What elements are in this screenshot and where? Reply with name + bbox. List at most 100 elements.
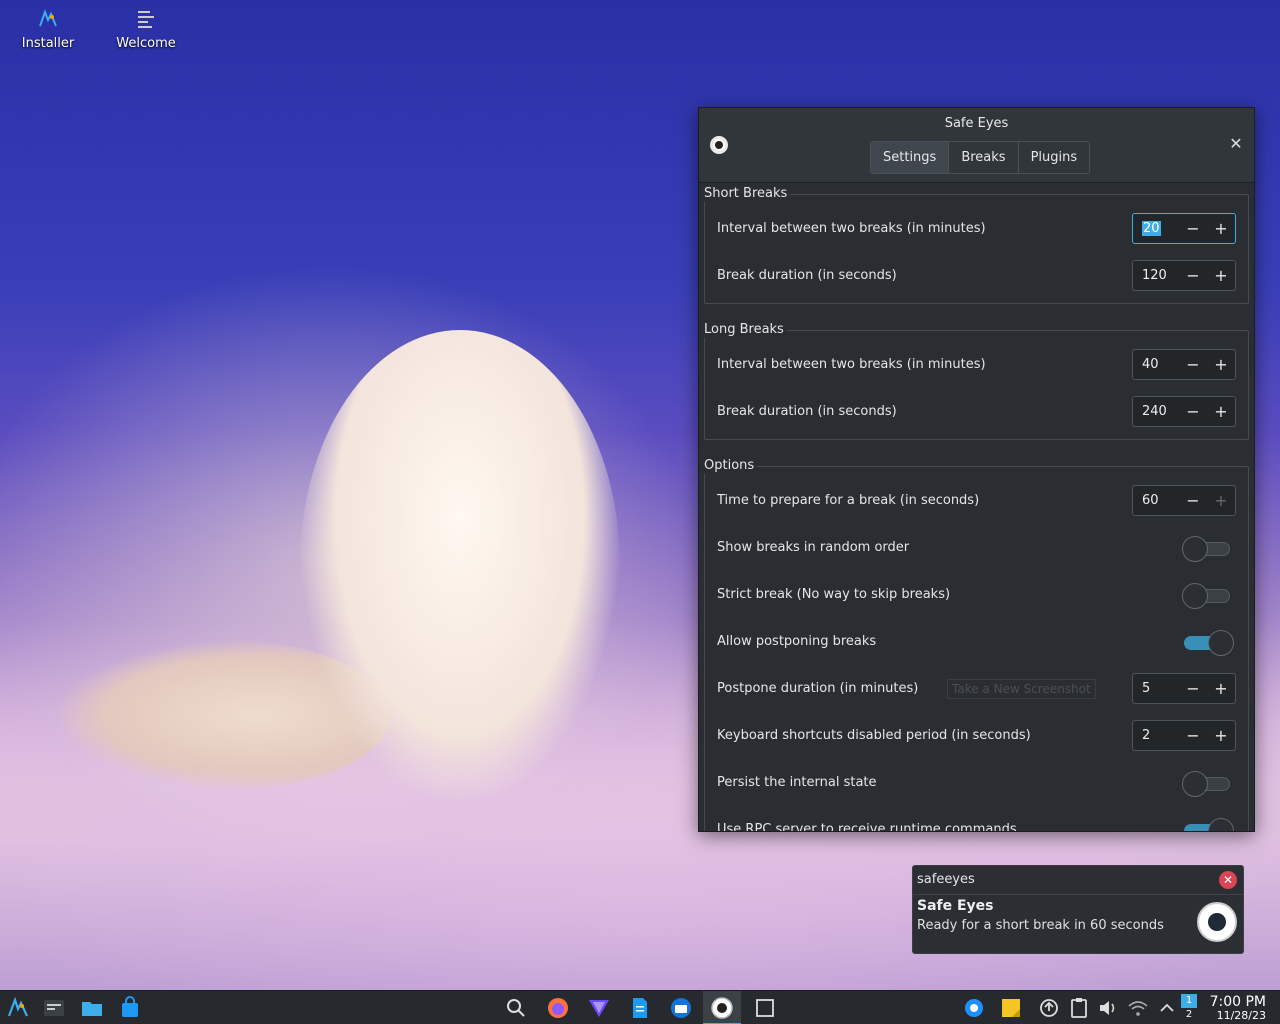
notification-app-name: safeeyes bbox=[917, 872, 975, 887]
virtual-desktop-pager[interactable]: 1 2 bbox=[1181, 994, 1197, 1022]
thunderbird-icon[interactable] bbox=[669, 996, 693, 1020]
minus-icon[interactable]: − bbox=[1179, 219, 1207, 238]
close-icon[interactable]: ✕ bbox=[1226, 134, 1246, 154]
plus-icon[interactable]: + bbox=[1207, 402, 1235, 421]
row-label: Time to prepare for a break (in seconds) bbox=[717, 493, 980, 508]
short-duration-spinner[interactable]: 120 − + bbox=[1132, 260, 1236, 291]
settings-row: Show breaks in random order bbox=[717, 524, 1236, 571]
plus-icon[interactable]: + bbox=[1207, 726, 1235, 745]
row-label: Allow postponing breaks bbox=[717, 634, 877, 649]
prepare-time-spinner[interactable]: 60 − + bbox=[1132, 485, 1236, 516]
file-manager-icon[interactable] bbox=[80, 996, 104, 1020]
settings-row: Persist the internal state bbox=[717, 759, 1236, 806]
plus-icon[interactable]: + bbox=[1207, 491, 1235, 510]
settings-row: Time to prepare for a break (in seconds)… bbox=[717, 477, 1236, 524]
proton-vpn-icon[interactable] bbox=[587, 996, 611, 1020]
taskbar: 1 2 7:00 PM 11/28/23 bbox=[0, 990, 1280, 1024]
take-screenshot-button[interactable]: Take a New Screenshot bbox=[947, 679, 1096, 699]
notes-icon[interactable] bbox=[999, 996, 1023, 1020]
group-label: Long Breaks bbox=[704, 322, 787, 338]
settings-row: Allow postponing breaks bbox=[717, 618, 1236, 665]
minus-icon[interactable]: − bbox=[1179, 491, 1207, 510]
chevron-up-icon[interactable] bbox=[1155, 996, 1179, 1020]
update-icon[interactable] bbox=[1037, 996, 1061, 1020]
volume-icon[interactable] bbox=[1096, 996, 1120, 1020]
row-label: Use RPC server to receive runtime comman… bbox=[717, 822, 1017, 832]
row-label: Interval between two breaks (in minutes) bbox=[717, 221, 986, 236]
long-breaks-group: Long Breaks Interval between two breaks … bbox=[704, 322, 1249, 440]
spinner-value[interactable]: 120 bbox=[1133, 268, 1179, 283]
minus-icon[interactable]: − bbox=[1179, 679, 1207, 698]
spinner-value[interactable]: 60 bbox=[1133, 493, 1179, 508]
show-desktop-icon[interactable] bbox=[753, 996, 777, 1020]
tab-plugins[interactable]: Plugins bbox=[1018, 142, 1090, 173]
desktop-icon-label: Welcome bbox=[116, 36, 176, 51]
settings-row: Strict break (No way to skip breaks) bbox=[717, 571, 1236, 618]
allow-postpone-toggle[interactable] bbox=[1182, 629, 1234, 656]
row-label: Break duration (in seconds) bbox=[717, 268, 897, 283]
minus-icon[interactable]: − bbox=[1179, 355, 1207, 374]
plus-icon[interactable]: + bbox=[1207, 355, 1235, 374]
title-bar[interactable]: Safe Eyes Settings Breaks Plugins ✕ bbox=[699, 108, 1254, 183]
spinner-value[interactable]: 20 bbox=[1133, 221, 1179, 236]
clock-date: 11/28/23 bbox=[1216, 1009, 1266, 1022]
persist-state-toggle[interactable] bbox=[1182, 770, 1234, 797]
wallpaper-fox bbox=[300, 330, 620, 800]
minus-icon[interactable]: − bbox=[1179, 726, 1207, 745]
group-label: Options bbox=[704, 458, 758, 474]
digital-clock[interactable]: 7:00 PM 11/28/23 bbox=[1210, 994, 1266, 1022]
long-duration-spinner[interactable]: 240 − + bbox=[1132, 396, 1236, 427]
minus-icon[interactable]: − bbox=[1179, 266, 1207, 285]
row-label: Keyboard shortcuts disabled period (in s… bbox=[717, 728, 1031, 743]
settings-row: Use RPC server to receive runtime comman… bbox=[717, 806, 1236, 832]
safe-eyes-icon bbox=[1197, 902, 1237, 942]
wifi-icon[interactable] bbox=[1126, 996, 1150, 1020]
minus-icon[interactable]: − bbox=[1179, 402, 1207, 421]
group-box: Time to prepare for a break (in seconds)… bbox=[704, 466, 1249, 832]
welcome-icon bbox=[138, 11, 154, 28]
tab-breaks[interactable]: Breaks bbox=[949, 142, 1019, 173]
desktop-1[interactable]: 1 bbox=[1181, 994, 1197, 1008]
terminal-icon[interactable] bbox=[42, 996, 66, 1020]
spinner-value[interactable]: 5 bbox=[1133, 681, 1179, 696]
search-icon[interactable] bbox=[504, 996, 528, 1020]
browser-tray-icon[interactable] bbox=[962, 996, 986, 1020]
desktop-2[interactable]: 2 bbox=[1181, 1008, 1197, 1022]
notification-popup[interactable]: safeeyes ✕ Safe Eyes Ready for a short b… bbox=[912, 865, 1244, 954]
text-editor-icon[interactable] bbox=[628, 996, 652, 1020]
app-launcher-icon[interactable] bbox=[6, 996, 30, 1020]
settings-row: Break duration (in seconds) 240 − + bbox=[717, 388, 1236, 435]
rpc-server-toggle[interactable] bbox=[1182, 817, 1234, 831]
row-label: Break duration (in seconds) bbox=[717, 404, 897, 419]
close-icon[interactable]: ✕ bbox=[1219, 871, 1237, 889]
settings-row: Break duration (in seconds) 120 − + bbox=[717, 252, 1236, 299]
tab-settings[interactable]: Settings bbox=[871, 142, 950, 173]
long-interval-spinner[interactable]: 40 − + bbox=[1132, 349, 1236, 380]
spinner-value[interactable]: 2 bbox=[1133, 728, 1179, 743]
group-box: Interval between two breaks (in minutes)… bbox=[704, 194, 1249, 304]
row-label: Show breaks in random order bbox=[717, 540, 910, 555]
postpone-duration-spinner[interactable]: 5 − + bbox=[1132, 673, 1236, 704]
desktop-icon-installer[interactable]: Installer bbox=[3, 8, 93, 51]
tab-switcher: Settings Breaks Plugins bbox=[870, 141, 1091, 174]
plus-icon[interactable]: + bbox=[1207, 679, 1235, 698]
firefox-icon[interactable] bbox=[546, 996, 570, 1020]
plus-icon[interactable]: + bbox=[1207, 266, 1235, 285]
group-label: Short Breaks bbox=[704, 186, 791, 202]
random-order-toggle[interactable] bbox=[1182, 535, 1234, 562]
safe-eyes-icon[interactable] bbox=[710, 996, 734, 1020]
row-label: Persist the internal state bbox=[717, 775, 877, 790]
strict-break-toggle[interactable] bbox=[1182, 582, 1234, 609]
safe-eyes-app-icon[interactable] bbox=[710, 136, 728, 154]
keyboard-disabled-spinner[interactable]: 2 − + bbox=[1132, 720, 1236, 751]
desktop-icon-welcome[interactable]: Welcome bbox=[101, 8, 191, 51]
spinner-value[interactable]: 40 bbox=[1133, 357, 1179, 372]
clipboard-icon[interactable] bbox=[1067, 996, 1091, 1020]
row-label: Interval between two breaks (in minutes) bbox=[717, 357, 986, 372]
plus-icon[interactable]: + bbox=[1207, 219, 1235, 238]
spinner-value[interactable]: 240 bbox=[1133, 404, 1179, 419]
short-interval-spinner[interactable]: 20 − + bbox=[1132, 213, 1236, 244]
settings-content: Short Breaks Interval between two breaks… bbox=[699, 184, 1254, 832]
software-store-icon[interactable] bbox=[118, 996, 142, 1020]
group-box: Interval between two breaks (in minutes)… bbox=[704, 330, 1249, 440]
